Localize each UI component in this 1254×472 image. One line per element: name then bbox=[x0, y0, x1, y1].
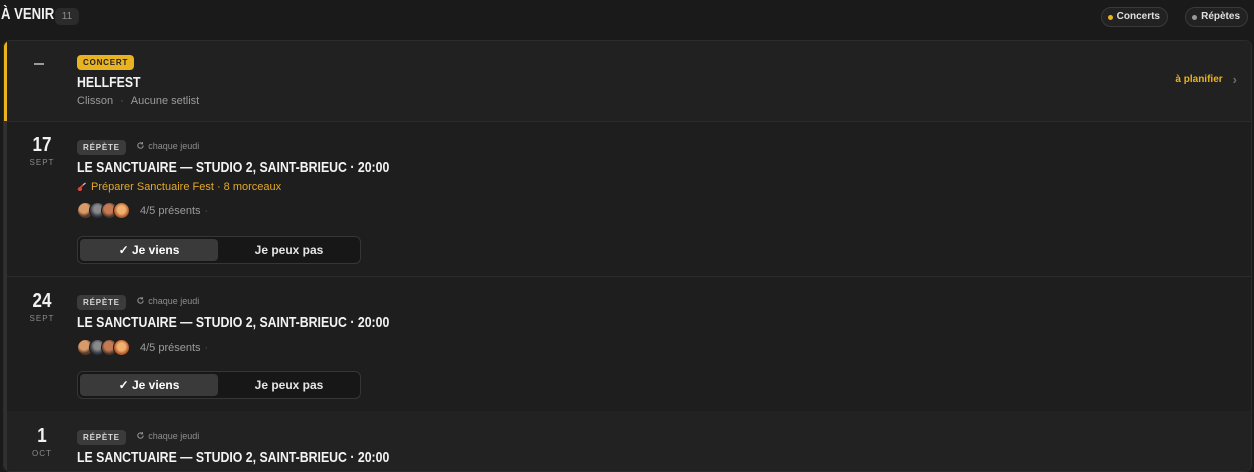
chevron-right-icon: › bbox=[1232, 72, 1237, 87]
recurrence-label: chaque jeudi bbox=[148, 430, 200, 441]
date-month: SEPT bbox=[29, 158, 55, 167]
attendees: 4/5 présents · bbox=[77, 339, 458, 356]
rsvp-yes-button[interactable]: ✓ Je viens bbox=[80, 374, 218, 396]
concert-content: CONCERT HELLFEST Clisson · Aucune setlist bbox=[77, 52, 199, 107]
event-count-badge: 11 bbox=[55, 8, 79, 25]
filter-repetes[interactable]: Répètes bbox=[1185, 7, 1248, 27]
rehearsal-dot-icon bbox=[1192, 14, 1198, 20]
attendees: 4/5 présents · bbox=[77, 202, 458, 219]
presence-label: 4/5 présents bbox=[140, 341, 201, 354]
events-list: CONCERT HELLFEST Clisson · Aucune setlist … bbox=[3, 40, 1252, 472]
filter-concerts-label: Concerts bbox=[1116, 11, 1160, 22]
concert-title: HELLFEST bbox=[77, 74, 141, 91]
filter-concerts[interactable]: Concerts bbox=[1100, 7, 1168, 27]
rsvp-no-button[interactable]: Je peux pas bbox=[220, 374, 358, 396]
separator-dot: · bbox=[204, 204, 209, 217]
rehearsal-content: RÉPÈTE chaque jeudi LE SANCTUAIRE — STUD… bbox=[77, 137, 458, 219]
concert-dot-icon bbox=[1107, 14, 1113, 20]
concert-subtitle: Clisson · Aucune setlist bbox=[77, 95, 199, 107]
rehearsal-badge: RÉPÈTE bbox=[77, 295, 126, 310]
rehearsal-content: RÉPÈTE chaque jeudi LE SANCTUAIRE — STUD… bbox=[77, 427, 458, 467]
recurrence-icon bbox=[137, 432, 145, 440]
presence-count: 4/5 présents · bbox=[140, 205, 208, 217]
rehearsal-content: RÉPÈTE chaque jeudi LE SANCTUAIRE — STUD… bbox=[77, 292, 458, 356]
rsvp-toggle: ✓ Je viens Je peux pas bbox=[77, 236, 361, 264]
setlist-prep-link[interactable]: Préparer Sanctuaire Fest · 8 morceaux bbox=[77, 181, 458, 193]
date-month: SEPT bbox=[29, 314, 55, 323]
rehearsal-title: LE SANCTUAIRE — STUDIO 2, SAINT-BRIEUC ·… bbox=[77, 314, 390, 331]
setlist-prep-label: Préparer Sanctuaire Fest · 8 morceaux bbox=[91, 181, 282, 193]
event-row-concert[interactable]: CONCERT HELLFEST Clisson · Aucune setlist … bbox=[4, 41, 1251, 122]
recurrence: chaque jeudi bbox=[136, 296, 199, 306]
recurrence: chaque jeudi bbox=[136, 431, 199, 441]
date-day: 17 bbox=[32, 134, 52, 156]
separator-dot: · bbox=[204, 341, 209, 354]
concert-badge: CONCERT bbox=[77, 55, 135, 70]
recurrence-label: chaque jeudi bbox=[148, 295, 200, 306]
recurrence-label: chaque jeudi bbox=[148, 140, 200, 151]
event-date: 1 OCT bbox=[7, 425, 77, 458]
no-date-dash bbox=[34, 63, 44, 65]
event-row-rehearsal[interactable]: 17 SEPT RÉPÈTE chaque jeudi LE SANCTUAIR… bbox=[4, 121, 1251, 277]
rsvp-toggle: ✓ Je viens Je peux pas bbox=[77, 371, 361, 399]
rsvp-yes-button[interactable]: ✓ Je viens bbox=[80, 239, 218, 261]
rsvp-no-button[interactable]: Je peux pas bbox=[220, 239, 358, 261]
rehearsal-title: LE SANCTUAIRE — STUDIO 2, SAINT-BRIEUC ·… bbox=[77, 159, 390, 176]
section-header: À VENIR 11 Concerts Répètes bbox=[0, 0, 1254, 36]
recurrence-icon bbox=[137, 142, 145, 150]
date-day: 1 bbox=[37, 425, 47, 447]
rehearsal-badge: RÉPÈTE bbox=[77, 140, 126, 155]
event-row-rehearsal[interactable]: 1 OCT RÉPÈTE chaque jeudi LE SANCTUAIRE … bbox=[4, 411, 1251, 471]
section-title: À VENIR bbox=[1, 6, 55, 23]
recurrence-icon bbox=[137, 297, 145, 305]
avatar bbox=[113, 202, 130, 219]
rehearsal-title: LE SANCTUAIRE — STUDIO 2, SAINT-BRIEUC ·… bbox=[77, 449, 390, 466]
event-date: 17 SEPT bbox=[7, 134, 77, 167]
concert-setlist: Aucune setlist bbox=[130, 95, 200, 107]
concert-city: Clisson bbox=[77, 95, 114, 107]
recurrence: chaque jeudi bbox=[136, 141, 199, 151]
separator-dot: · bbox=[120, 95, 124, 107]
date-month: OCT bbox=[32, 449, 52, 458]
presence-count: 4/5 présents · bbox=[140, 342, 208, 354]
presence-label: 4/5 présents bbox=[140, 204, 201, 217]
rehearsal-badge: RÉPÈTE bbox=[77, 430, 126, 445]
event-row-rehearsal[interactable]: 24 SEPT RÉPÈTE chaque jeudi LE SANCTUAIR… bbox=[4, 276, 1251, 412]
filter-repetes-label: Répètes bbox=[1201, 11, 1240, 22]
avatar bbox=[113, 339, 130, 356]
date-day: 24 bbox=[32, 290, 52, 312]
plan-button[interactable]: à planifier › bbox=[1175, 72, 1237, 87]
guitar-icon bbox=[77, 182, 86, 191]
event-date: 24 SEPT bbox=[7, 290, 77, 323]
plan-label: à planifier bbox=[1175, 74, 1223, 85]
